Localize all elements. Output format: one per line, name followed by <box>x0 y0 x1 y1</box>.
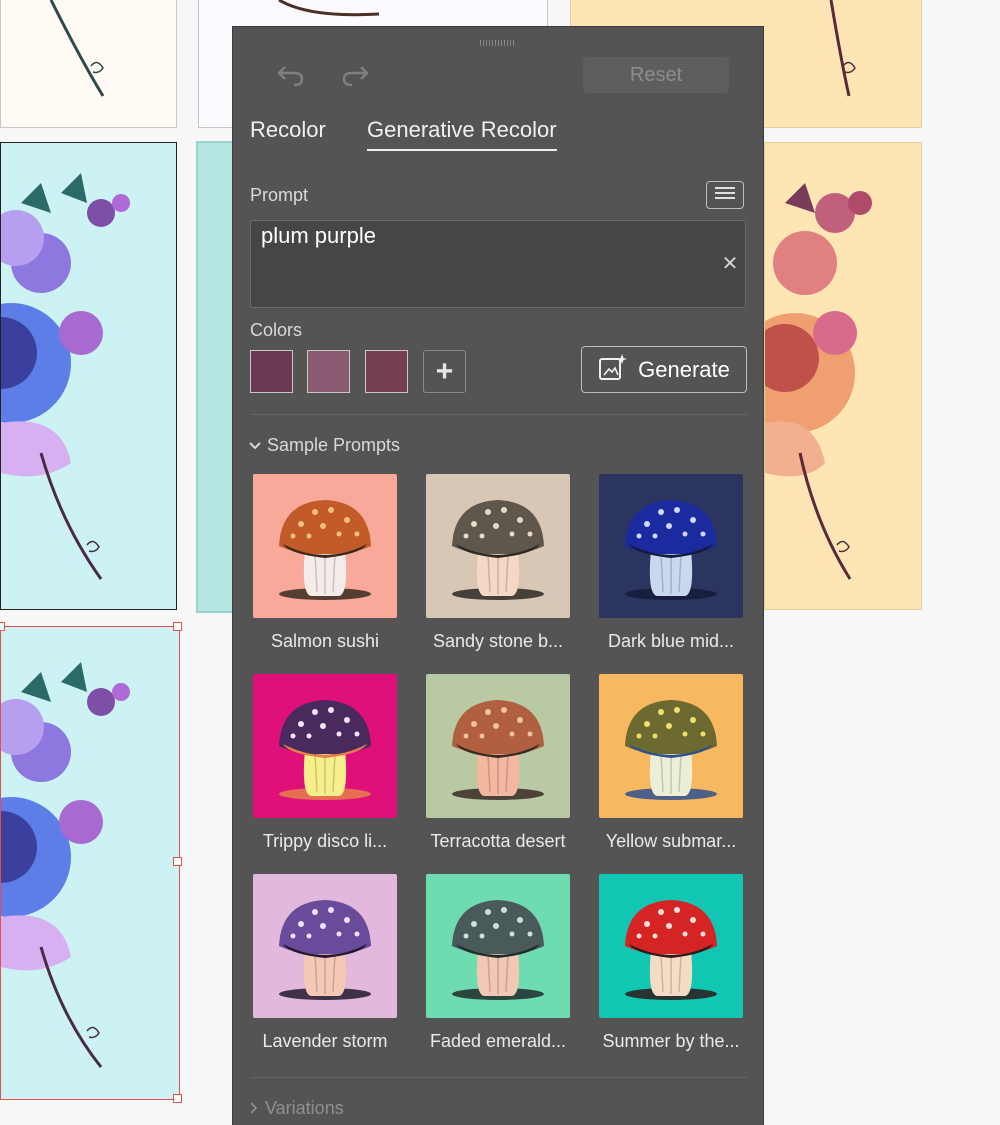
chevron-right-icon <box>249 1098 259 1119</box>
add-color-button[interactable]: + <box>423 350 466 393</box>
selection-handle-right[interactable] <box>173 857 182 866</box>
selection-handle-bottom[interactable] <box>173 1094 182 1103</box>
sample-prompt-thumbnail[interactable] <box>253 674 397 818</box>
sample-prompt-label[interactable]: Sandy stone b... <box>412 631 584 652</box>
undo-icon <box>276 63 306 92</box>
color-swatch-1[interactable] <box>250 350 293 393</box>
artboard-top-left[interactable] <box>0 0 177 128</box>
sample-prompt-label[interactable]: Faded emerald... <box>412 1031 584 1052</box>
artboard-middle-left[interactable] <box>0 142 177 610</box>
sample-prompts-label: Sample Prompts <box>267 435 401 455</box>
sample-prompts-header[interactable]: Sample Prompts <box>249 435 400 456</box>
prompt-input[interactable]: plum purple ✕ <box>250 220 746 308</box>
prompt-label: Prompt <box>250 185 309 205</box>
sample-prompt-thumbnail[interactable] <box>426 874 570 1018</box>
sample-prompt-thumbnail[interactable] <box>599 674 743 818</box>
menu-icon <box>715 186 735 205</box>
reset-button[interactable]: Reset <box>583 57 729 93</box>
artboard-bottom-left-selected[interactable] <box>0 626 180 1100</box>
divider <box>250 1077 747 1078</box>
sample-prompt-label[interactable]: Yellow submar... <box>585 831 757 852</box>
sample-prompt-thumbnail[interactable] <box>426 474 570 618</box>
recolor-panel: Reset Recolor Generative Recolor Prompt … <box>232 26 764 1125</box>
redo-button[interactable] <box>337 61 373 93</box>
generate-button[interactable]: Generate <box>581 346 747 393</box>
sample-prompt-thumbnail[interactable] <box>253 874 397 1018</box>
tab-recolor[interactable]: Recolor <box>250 117 326 149</box>
undo-button[interactable] <box>273 61 309 93</box>
artboard-middle-right[interactable] <box>764 142 922 610</box>
variations-label: Variations <box>265 1098 344 1118</box>
selection-handle-top[interactable] <box>173 622 182 631</box>
sample-prompt-label[interactable]: Trippy disco li... <box>239 831 411 852</box>
sample-prompt-thumbnail[interactable] <box>253 474 397 618</box>
sample-prompt-thumbnail[interactable] <box>599 874 743 1018</box>
divider <box>250 414 747 415</box>
plus-icon: + <box>435 354 454 388</box>
sample-prompt-thumbnail[interactable] <box>426 674 570 818</box>
sample-prompt-thumbnail[interactable] <box>599 474 743 618</box>
sample-prompt-label[interactable]: Salmon sushi <box>239 631 411 652</box>
generate-label: Generate <box>638 356 730 382</box>
close-icon[interactable]: ✕ <box>720 254 740 274</box>
chevron-down-icon <box>249 435 261 456</box>
sample-prompt-label[interactable]: Lavender storm <box>239 1031 411 1052</box>
prompt-text[interactable]: plum purple <box>261 223 376 249</box>
color-swatch-2[interactable] <box>307 350 350 393</box>
generate-sparkle-icon <box>598 353 628 387</box>
color-swatch-3[interactable] <box>365 350 408 393</box>
redo-icon <box>340 63 370 92</box>
sample-prompt-label[interactable]: Summer by the... <box>585 1031 757 1052</box>
colors-label: Colors <box>250 320 303 340</box>
sample-prompt-label[interactable]: Dark blue mid... <box>585 631 757 652</box>
prompt-menu-button[interactable] <box>706 181 744 209</box>
panel-drag-handle[interactable] <box>480 40 516 46</box>
sample-prompt-label[interactable]: Terracotta desert <box>412 831 584 852</box>
variations-header[interactable]: Variations <box>249 1098 344 1119</box>
selection-handle-top-left[interactable] <box>0 622 5 631</box>
tab-generative-recolor[interactable]: Generative Recolor <box>367 117 557 151</box>
